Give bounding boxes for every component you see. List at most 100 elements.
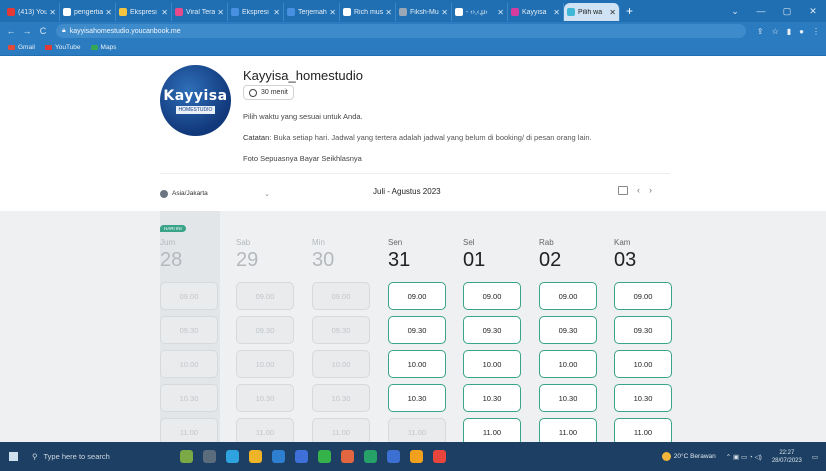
taskbar-app-icon[interactable]	[272, 450, 285, 463]
time-slot-button: 10.30	[160, 384, 218, 412]
new-tab-button[interactable]: +	[626, 4, 633, 18]
close-window-button[interactable]: ✕	[800, 0, 826, 22]
close-tab-icon[interactable]: ✕	[217, 8, 224, 17]
time-slot-button[interactable]: 10.30	[463, 384, 521, 412]
taskbar-app-icon[interactable]	[226, 450, 239, 463]
intro-text: Pilih waktu yang sesuai untuk Anda.	[243, 112, 363, 121]
calendar-icon[interactable]	[618, 185, 628, 195]
next-week-button[interactable]: ›	[649, 185, 652, 195]
browser-tab[interactable]: Fiksh-Mu ✕	[396, 3, 452, 21]
url-field[interactable]: 🔒︎ kayyisahomestudio.youcanbook.me	[56, 24, 746, 38]
time-slot-button[interactable]: 09.30	[463, 316, 521, 344]
bookmark-item[interactable]: YouTube	[44, 44, 81, 51]
close-tab-icon[interactable]: ✕	[161, 8, 168, 17]
side-panel-icon[interactable]: ▮	[787, 27, 791, 36]
menu-icon[interactable]: ⋮	[812, 27, 820, 36]
favicon-icon	[343, 8, 351, 16]
browser-tab[interactable]: pengertia ✕	[60, 3, 116, 21]
close-tab-icon[interactable]: ✕	[49, 8, 56, 17]
notification-icon[interactable]: ▭	[812, 453, 818, 461]
profile-icon[interactable]: ●	[799, 27, 804, 36]
browser-tab[interactable]: Pilih wa ✕	[564, 3, 620, 21]
duration-text: 30 menit	[261, 89, 288, 96]
time-slot-button[interactable]: 09.00	[463, 282, 521, 310]
forward-icon[interactable]: →	[22, 26, 32, 36]
lock-icon: 🔒︎	[62, 27, 66, 34]
browser-tab[interactable]: Viral Tera ✕	[172, 3, 228, 21]
time-slot-button: 09.00	[160, 282, 218, 310]
taskbar-app-icon[interactable]	[433, 450, 446, 463]
share-icon[interactable]: ⇪	[757, 27, 764, 36]
close-tab-icon[interactable]: ✕	[385, 8, 392, 17]
time-slot-button[interactable]: 09.00	[388, 282, 446, 310]
time-slot-button[interactable]: 09.30	[614, 316, 672, 344]
close-tab-icon[interactable]: ✕	[105, 8, 112, 17]
time-slot-button[interactable]: 10.00	[539, 350, 597, 378]
taskbar-app-icon[interactable]	[410, 450, 423, 463]
favicon-icon	[119, 8, 127, 16]
taskbar-app-icon[interactable]	[318, 450, 331, 463]
windows-icon	[8, 452, 18, 461]
close-tab-icon[interactable]: ✕	[441, 8, 448, 17]
bookmark-star-icon[interactable]: ☆	[772, 27, 779, 36]
close-tab-icon[interactable]: ✕	[609, 8, 616, 17]
day-column: Sel 01 09.00 09.30 10.00 10.30 11.00	[463, 211, 523, 446]
close-tab-icon[interactable]: ✕	[329, 8, 336, 17]
taskbar-app-icon[interactable]	[364, 450, 377, 463]
time-slot-button[interactable]: 10.30	[388, 384, 446, 412]
day-column: HARI INI Jum 28 09.00 09.30 10.00 10.30 11.00	[160, 211, 220, 446]
time-slot-button[interactable]: 10.00	[388, 350, 446, 378]
clock-time: 22:27	[779, 449, 795, 456]
taskbar-apps	[180, 450, 446, 463]
taskbar-app-icon[interactable]	[180, 450, 193, 463]
time-slot-button[interactable]: 09.00	[614, 282, 672, 310]
browser-tab[interactable]: - ‹›,‹,µ› ✕	[452, 3, 508, 21]
bookmark-item[interactable]: Maps	[90, 44, 116, 51]
tab-title: pengertia	[74, 8, 104, 16]
time-slot-button[interactable]: 10.30	[614, 384, 672, 412]
time-slot-button[interactable]: 09.30	[539, 316, 597, 344]
prev-week-button[interactable]: ‹	[637, 185, 640, 195]
back-icon[interactable]: ←	[6, 26, 16, 36]
taskbar-app-icon[interactable]	[295, 450, 308, 463]
taskbar-search[interactable]: ⚲ Type here to search	[26, 442, 146, 471]
start-button[interactable]	[0, 452, 26, 461]
tab-title: - ‹›,‹,µ›	[466, 8, 488, 16]
minimize-button[interactable]: —	[748, 0, 774, 22]
favicon-icon	[7, 8, 15, 16]
timezone-select[interactable]: Asia/Jakarta ⌄	[160, 186, 270, 201]
tab-search-icon[interactable]: ⌄	[722, 0, 748, 22]
bookmark-item[interactable]: Gmail	[8, 44, 35, 51]
close-tab-icon[interactable]: ✕	[273, 8, 280, 17]
day-name: Min	[312, 238, 325, 247]
favicon-icon	[511, 8, 519, 16]
booking-header: Kayyisa HOMESTUDIO Kayyisa_homestudio 30…	[0, 56, 826, 211]
time-slot-button[interactable]: 09.30	[388, 316, 446, 344]
tab-title: Ekspresi	[242, 8, 269, 16]
time-slot-button[interactable]: 10.00	[463, 350, 521, 378]
taskbar-app-icon[interactable]	[249, 450, 262, 463]
browser-tab[interactable]: (413) You ✕	[4, 3, 60, 21]
time-slot-button[interactable]: 10.30	[539, 384, 597, 412]
reload-icon[interactable]: C	[38, 26, 48, 36]
divider	[160, 173, 670, 174]
close-tab-icon[interactable]: ✕	[553, 8, 560, 17]
time-slot-button: 09.30	[312, 316, 370, 344]
browser-tab[interactable]: Ekspresi ✕	[116, 3, 172, 21]
note-text: Catatan: Buka setiap hari. Jadwal yang t…	[243, 133, 592, 142]
day-name: Kam	[614, 238, 631, 247]
browser-tab[interactable]: Terjemah ✕	[284, 3, 340, 21]
browser-tab[interactable]: Rich mus ✕	[340, 3, 396, 21]
close-tab-icon[interactable]: ✕	[497, 8, 504, 17]
clock[interactable]: 22:27 28/07/2023	[772, 449, 802, 465]
taskbar-app-icon[interactable]	[341, 450, 354, 463]
maximize-button[interactable]: ▢	[774, 0, 800, 22]
taskbar-app-icon[interactable]	[387, 450, 400, 463]
browser-tab[interactable]: Kayyisa ✕	[508, 3, 564, 21]
weather-widget[interactable]: 20°C Berawan	[661, 452, 716, 461]
browser-tab[interactable]: Ekspresi ✕	[228, 3, 284, 21]
taskbar-app-icon[interactable]	[203, 450, 216, 463]
tray-icons[interactable]: ⌃ ▣ ▭ ◔ ◁)	[726, 453, 762, 461]
time-slot-button[interactable]: 10.00	[614, 350, 672, 378]
time-slot-button[interactable]: 09.00	[539, 282, 597, 310]
